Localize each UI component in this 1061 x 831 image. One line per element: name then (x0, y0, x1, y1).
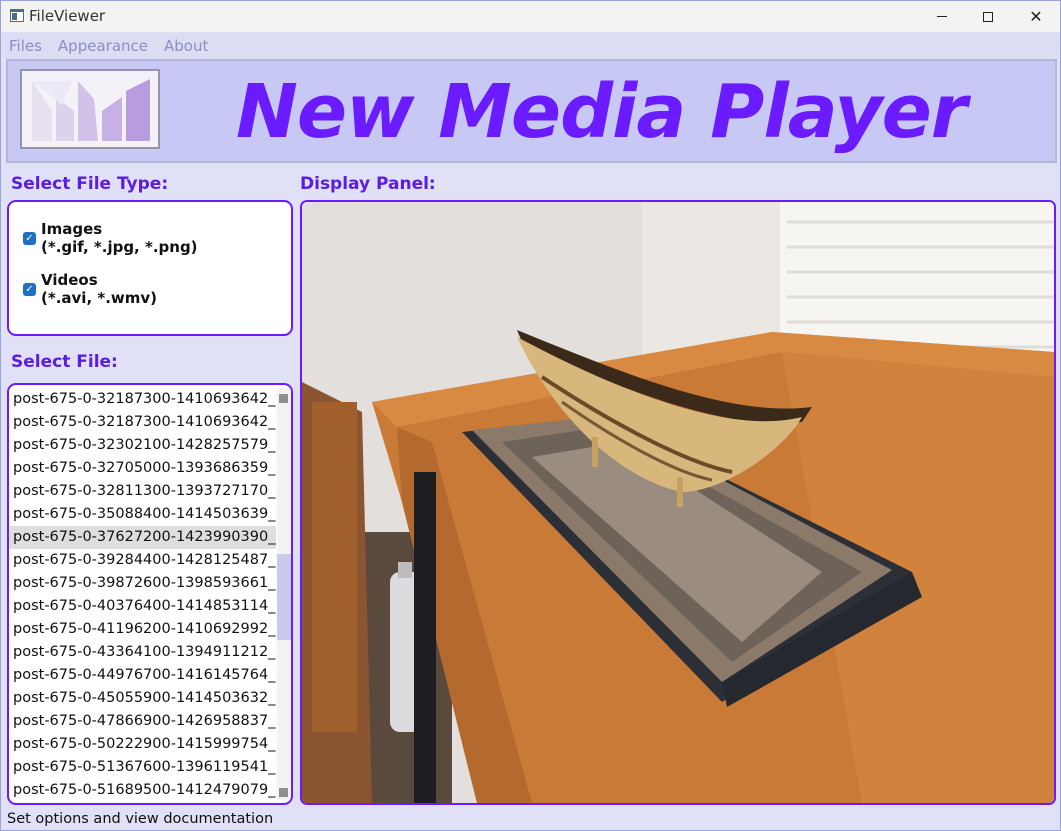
file-list-item[interactable]: post-675-0-40376400-1414853114_t (9, 595, 276, 618)
menu-appearance[interactable]: Appearance (58, 37, 148, 55)
check-icon: ✓ (25, 233, 34, 244)
menu-files[interactable]: Files (9, 37, 42, 55)
images-option[interactable]: ✓ Images (*.gif, *.jpg, *.png) (23, 220, 198, 256)
status-bar: Set options and view documentation (7, 811, 274, 827)
videos-extensions: (*.avi, *.wmv) (41, 289, 158, 307)
file-list-item[interactable]: post-675-0-50222900-1415999754_t (9, 733, 276, 756)
file-list-item[interactable]: post-675-0-45055900-1414503632_t (9, 687, 276, 710)
display-label: Display Panel: (300, 174, 436, 194)
file-list-item[interactable]: post-675-0-47866900-1426958837_t (9, 710, 276, 733)
scroll-thumb[interactable] (277, 554, 291, 640)
videos-option[interactable]: ✓ Videos (*.avi, *.wmv) (23, 271, 157, 307)
maximize-button[interactable] (965, 1, 1011, 32)
file-list-item[interactable]: post-675-0-39872600-1398593661_t (9, 572, 276, 595)
display-panel (300, 200, 1056, 805)
window-title: FileViewer (29, 7, 106, 25)
images-extensions: (*.gif, *.jpg, *.png) (41, 238, 198, 256)
scroll-up-button[interactable] (279, 394, 288, 403)
file-list[interactable]: post-675-0-32187300-1410693642_t post-675… (7, 383, 293, 805)
file-list-item[interactable]: post-675-0-32705000-1393686359_t (9, 457, 276, 480)
file-list-scrollbar[interactable] (277, 388, 291, 800)
file-label: Select File: (11, 352, 118, 372)
file-list-item[interactable]: post-675-0-32187300-1410693642_t (9, 388, 276, 411)
file-list-item[interactable]: post-675-0-51689500-1412479079_t (9, 779, 276, 802)
file-list-item[interactable]: post-675-0-32811300-1393727170_t (9, 480, 276, 503)
boat-model-photo (302, 202, 1054, 803)
file-list-item[interactable]: post-675-0-44976700-1416145764_t (9, 664, 276, 687)
scroll-down-button[interactable] (279, 788, 288, 797)
file-list-item[interactable]: post-675-0-43364100-1394911212_t (9, 641, 276, 664)
menu-bar: Files Appearance About (2, 33, 1059, 59)
app-icon (10, 9, 24, 22)
close-icon: ✕ (1029, 6, 1043, 26)
file-list-item[interactable]: post-675-0-39284400-1428125487_t (9, 549, 276, 572)
file-list-item[interactable]: post-675-0-32187300-1410693642_t (9, 411, 276, 434)
minimize-button[interactable] (919, 1, 965, 32)
file-list-item[interactable]: post-675-0-35088400-1414503639_t (9, 503, 276, 526)
banner-title: New Media Player (236, 69, 967, 155)
images-checkbox[interactable]: ✓ (23, 232, 36, 245)
maximize-icon (983, 11, 993, 22)
images-label: Images (41, 220, 103, 238)
app-window: FileViewer ✕ Files Appearance About New … (0, 0, 1061, 831)
title-bar[interactable]: FileViewer ✕ (1, 1, 1060, 32)
file-list-item[interactable]: post-675-0-37627200-1423990390_t (9, 526, 276, 549)
menu-about[interactable]: About (164, 37, 208, 55)
close-button[interactable]: ✕ (1013, 1, 1059, 32)
file-list-item[interactable]: post-675-0-32302100-1428257579_t (9, 434, 276, 457)
file-list-item[interactable]: post-675-0-51367600-1396119541_t (9, 756, 276, 779)
app-logo (20, 69, 160, 149)
videos-label: Videos (41, 271, 98, 289)
minimize-icon (937, 16, 947, 17)
banner: New Media Player (6, 59, 1057, 163)
file-list-item[interactable]: post-675-0-41196200-1410692992_t (9, 618, 276, 641)
filetype-label: Select File Type: (11, 174, 169, 194)
filetype-panel: ✓ Images (*.gif, *.jpg, *.png) ✓ Videos … (7, 200, 293, 336)
check-icon: ✓ (25, 284, 34, 295)
videos-checkbox[interactable]: ✓ (23, 283, 36, 296)
file-list-items: post-675-0-32187300-1410693642_t post-675… (9, 388, 276, 802)
